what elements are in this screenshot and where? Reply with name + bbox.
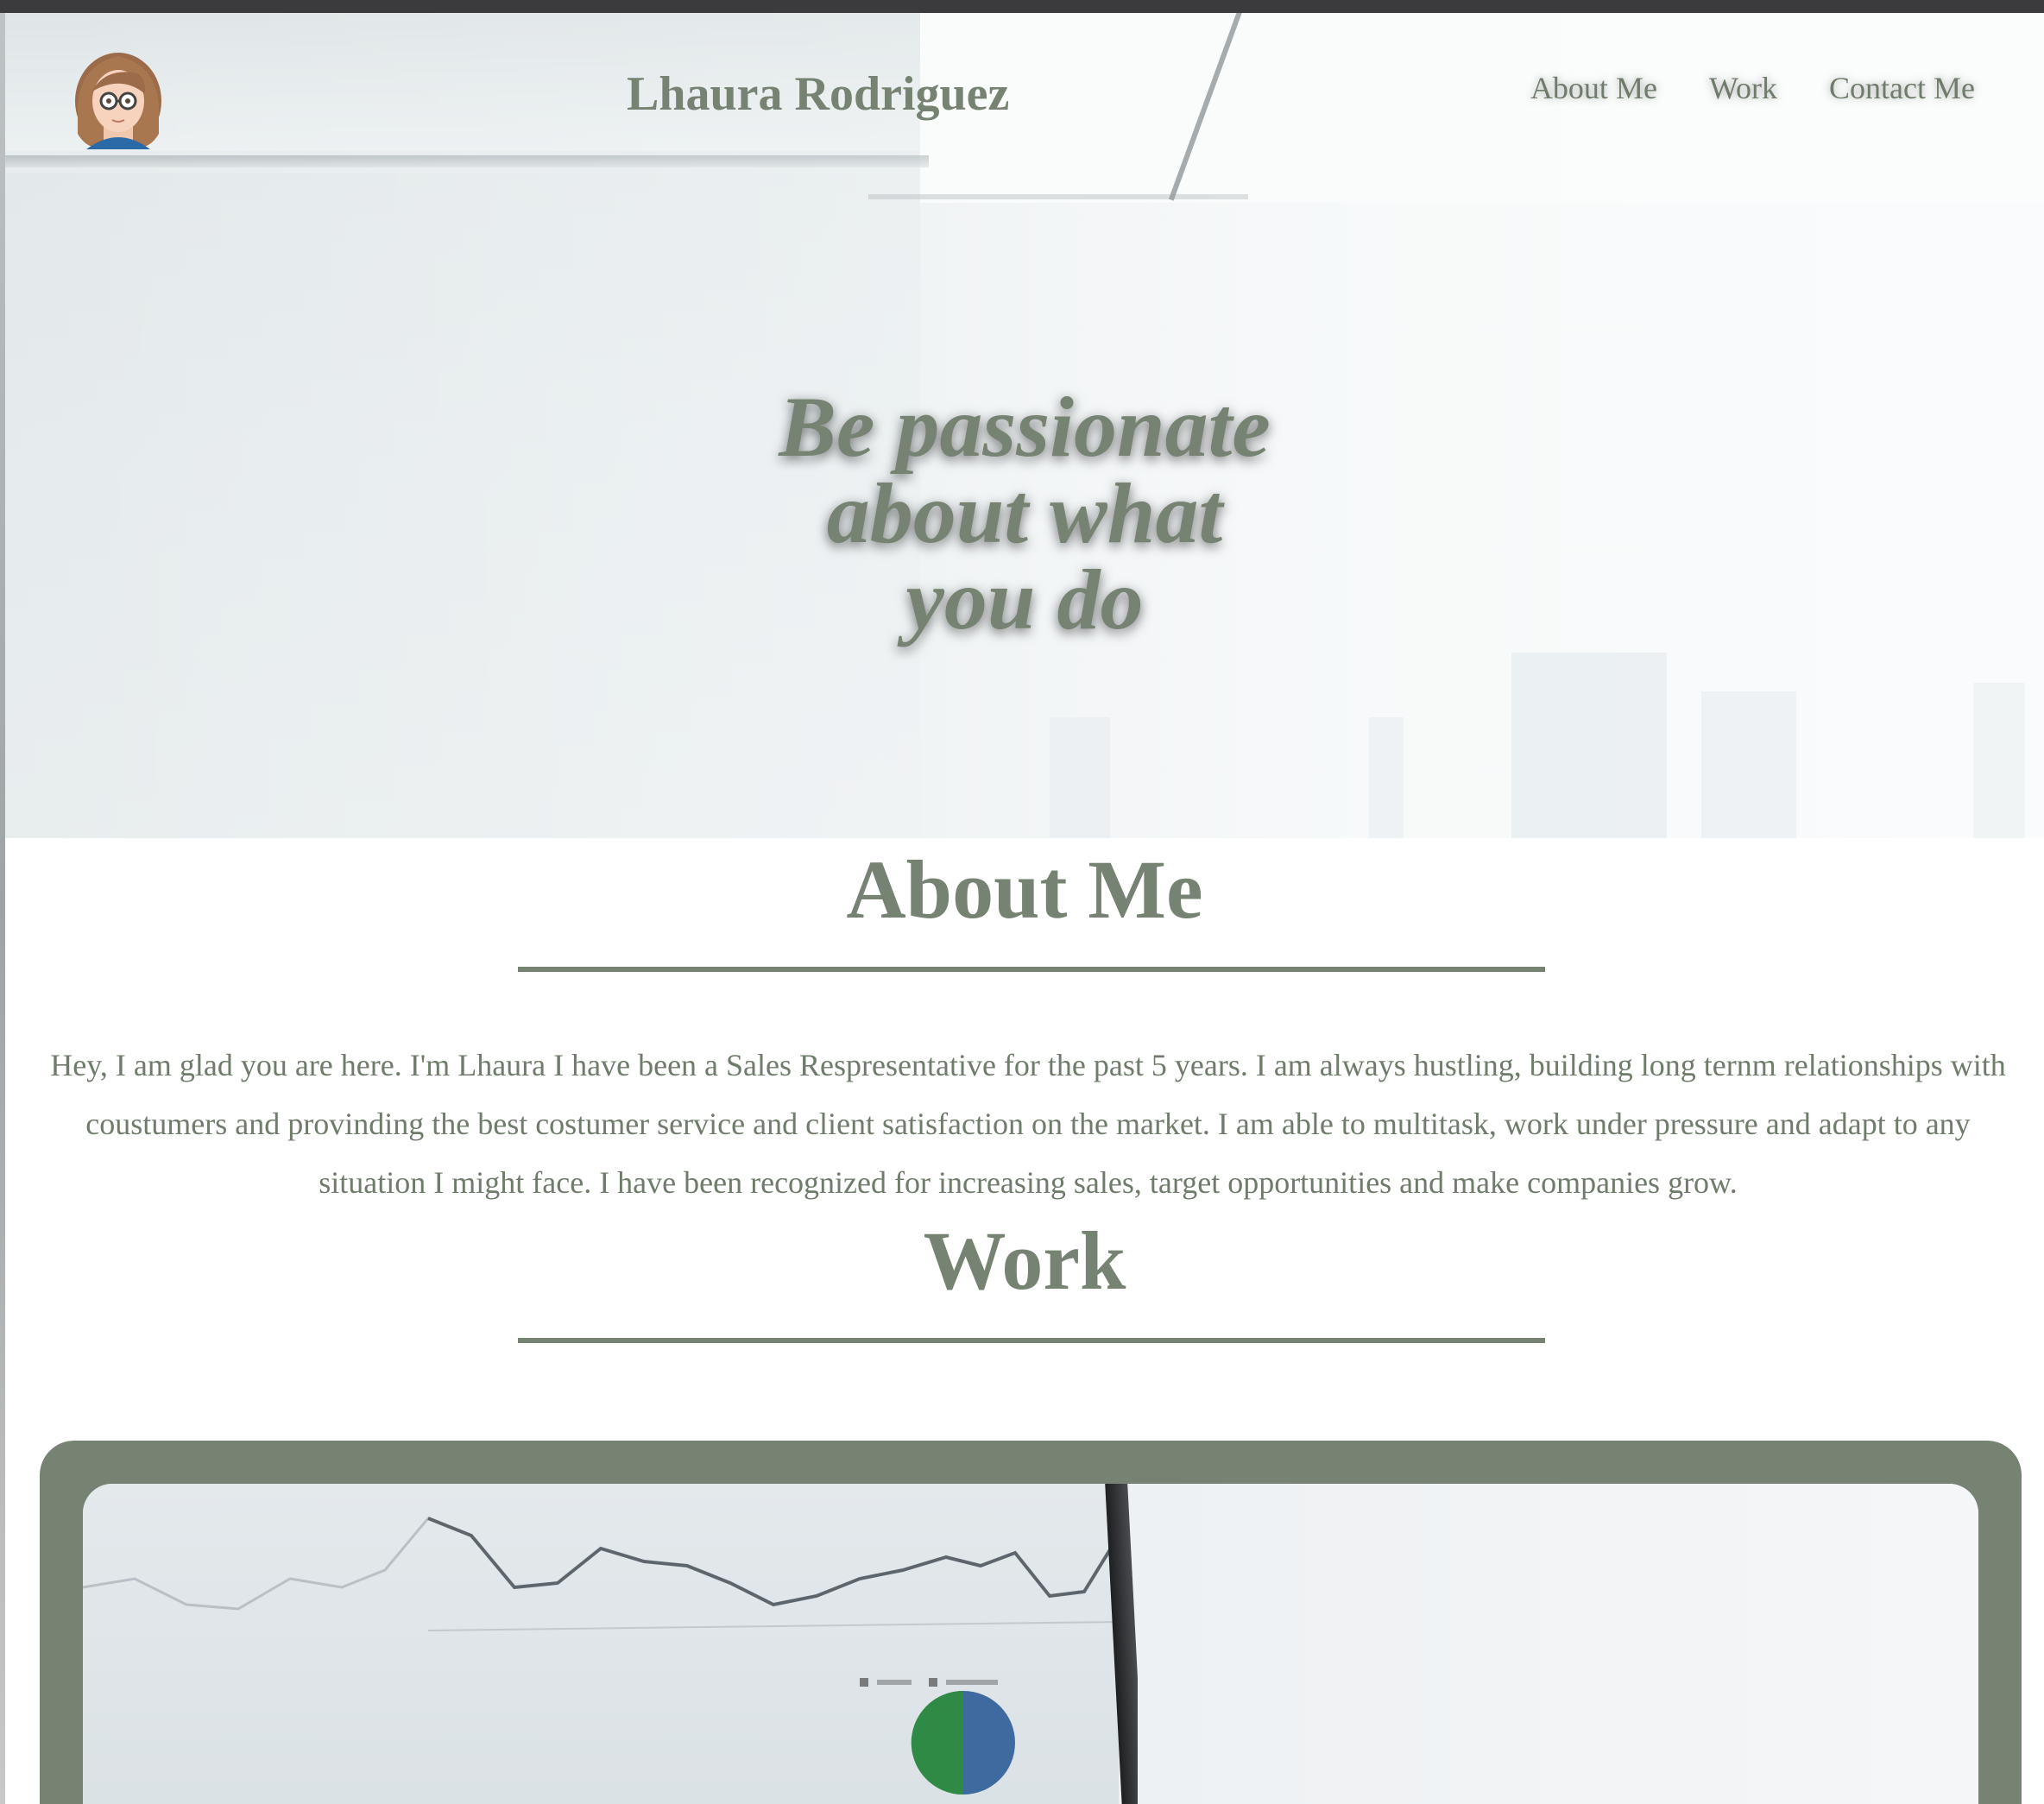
work-title: Work <box>923 1214 1126 1307</box>
hero-tagline-line: you do <box>905 552 1144 647</box>
avatar[interactable] <box>71 47 166 151</box>
nav-link-work[interactable]: Work <box>1709 70 1777 106</box>
avatar-icon <box>75 53 161 149</box>
site-title: Lhaura Rodriguez <box>627 67 1010 121</box>
main-nav: About Me Work Contact Me <box>1530 70 1975 106</box>
work-divider <box>518 1338 1545 1343</box>
nav-link-about-me[interactable]: About Me <box>1530 70 1657 106</box>
page: Lhaura Rodriguez About Me Work Contact M… <box>5 13 2044 1804</box>
browser-top-strip <box>0 0 2044 13</box>
work-image <box>83 1484 1978 1804</box>
hero-tagline-line: Be passionate <box>779 379 1271 475</box>
about-text: Hey, I am glad you are here. I'm Lhaura … <box>50 1048 2006 1200</box>
about-title: About Me <box>846 843 1203 936</box>
work-image-graph <box>83 1517 1119 1795</box>
work-image-background <box>1138 1484 1978 1804</box>
about-divider <box>518 967 1545 972</box>
hero-tagline: Be passionate about what you do <box>5 384 2044 643</box>
hero-section: Lhaura Rodriguez About Me Work Contact M… <box>5 13 2044 838</box>
hero-tagline-line: about what <box>826 465 1223 561</box>
nav-link-contact-me[interactable]: Contact Me <box>1829 70 1975 106</box>
work-card[interactable] <box>40 1441 2022 1804</box>
